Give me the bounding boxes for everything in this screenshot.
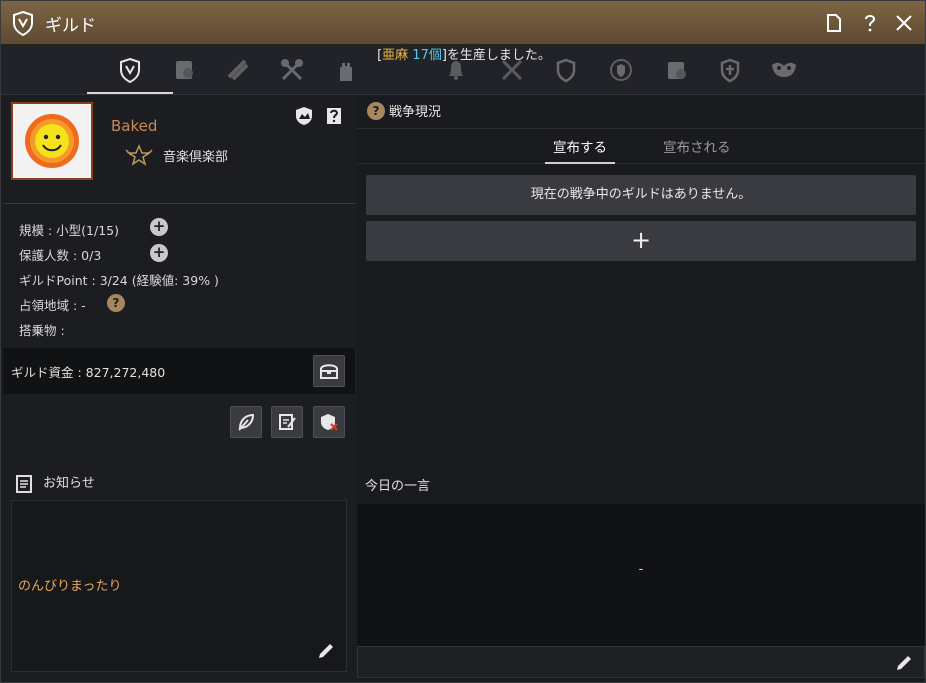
guild-funds-row: ギルド資金 : 827,272,480 xyxy=(3,348,355,394)
disband-guild-button[interactable] xyxy=(313,406,345,438)
guild-history-icon[interactable] xyxy=(324,106,344,126)
help-icon[interactable] xyxy=(859,12,881,34)
guild-points: ギルドPoint : 3/24 (経験値: 39% ) xyxy=(19,273,219,288)
declare-war-button[interactable]: + xyxy=(366,221,916,261)
shield-remove-icon xyxy=(319,412,339,432)
club-emblem-icon xyxy=(125,144,153,166)
notice-text: のんびりまったり xyxy=(18,579,122,594)
no-war-message: 現在の戦争中のギルドはありません。 xyxy=(366,175,916,215)
war-subtabs: 宣布する 宣布される xyxy=(357,128,925,164)
divider xyxy=(3,203,355,204)
guild-name: Baked xyxy=(111,117,158,135)
edit-daily-message-button[interactable] xyxy=(894,653,914,673)
add-protected-button[interactable]: + xyxy=(150,244,168,262)
document-icon[interactable] xyxy=(823,12,845,34)
territory-help-icon[interactable]: ? xyxy=(107,294,125,312)
notification-count: 17個 xyxy=(412,48,442,63)
quest-scroll-icon xyxy=(225,57,251,83)
tab-alerts[interactable] xyxy=(439,53,473,87)
daily-message-box: - xyxy=(357,504,925,646)
tab-siege[interactable] xyxy=(329,53,363,87)
daily-message-title: 今日の一言 xyxy=(365,479,431,494)
daily-message-text: - xyxy=(638,562,644,577)
guild-crest-icon xyxy=(11,10,35,36)
guild-storage-button[interactable] xyxy=(313,355,345,387)
guild-scale: 規模 : 小型(1/15) xyxy=(19,223,119,238)
pencil-icon xyxy=(894,653,914,673)
tab-alliance[interactable] xyxy=(713,53,747,87)
edit-notice-button[interactable] xyxy=(316,641,336,661)
notice-title: お知らせ xyxy=(43,476,95,491)
tab-war[interactable] xyxy=(275,53,309,87)
leaf-icon xyxy=(236,412,256,432)
crossed-swords-icon xyxy=(499,57,525,83)
house-member-icon xyxy=(663,57,689,83)
tab-mercenary[interactable] xyxy=(767,53,801,87)
occupied-territory: 占領地域 : - xyxy=(19,298,86,313)
pencil-icon xyxy=(316,641,336,661)
guild-window: ギルド [亜麻 17個]を生産しました。 Baked 音楽倶楽部 規模: 小型… xyxy=(0,0,926,683)
contract-icon xyxy=(277,412,297,432)
tab-members[interactable] xyxy=(167,53,201,87)
tab-battle[interactable] xyxy=(495,53,529,87)
castle-tower-icon xyxy=(333,57,359,83)
cross-shield-icon xyxy=(717,57,743,83)
protected-members: 保護人数 : 0/3 xyxy=(19,248,102,263)
war-status-panel: ? 戦争現況 宣布する 宣布される 現在の戦争中のギルドはありません。 + 今日… xyxy=(357,96,925,682)
bell-icon xyxy=(443,57,469,83)
guild-emblem[interactable] xyxy=(11,102,93,180)
guild-crest-icon xyxy=(117,56,143,84)
notification-item: 亜麻 xyxy=(382,48,409,63)
notice-box: のんびりまったり xyxy=(11,500,347,672)
tab-declare[interactable]: 宣布する xyxy=(545,136,615,164)
window-title: ギルド xyxy=(45,16,96,36)
war-status-title: 戦争現況 xyxy=(389,105,442,120)
close-icon[interactable] xyxy=(893,12,915,34)
chest-icon xyxy=(319,362,339,380)
tab-defense[interactable] xyxy=(549,53,583,87)
guild-info-panel: Baked 音楽倶楽部 規模 : 小型(1/15) + 保護人数 : 0/3 +… xyxy=(3,96,355,682)
guild-territory-icon[interactable] xyxy=(294,106,314,126)
tab-residence[interactable] xyxy=(659,53,693,87)
club-name: 音楽倶楽部 xyxy=(163,150,229,165)
tab-quests[interactable] xyxy=(221,53,255,87)
tab-ranking[interactable] xyxy=(604,53,638,87)
daily-message-input[interactable] xyxy=(357,646,925,678)
laurel-shield-icon xyxy=(607,57,635,83)
tab-declared[interactable]: 宣布される xyxy=(663,136,731,156)
war-help-icon[interactable]: ? xyxy=(367,102,385,120)
guild-vehicle: 搭乗物 : xyxy=(19,323,65,338)
expand-scale-button[interactable]: + xyxy=(150,218,168,236)
guild-contract-button[interactable] xyxy=(271,406,303,438)
mask-icon xyxy=(769,57,799,83)
guild-funds: ギルド資金 : 827,272,480 xyxy=(11,365,166,380)
title-bar[interactable]: ギルド xyxy=(1,1,925,45)
notice-icon xyxy=(15,474,33,494)
tab-guild-info[interactable] xyxy=(87,53,173,94)
crossed-axes-icon xyxy=(279,57,305,83)
guild-skill-button[interactable] xyxy=(230,406,262,438)
shield-icon xyxy=(553,57,579,83)
members-icon xyxy=(171,57,197,83)
